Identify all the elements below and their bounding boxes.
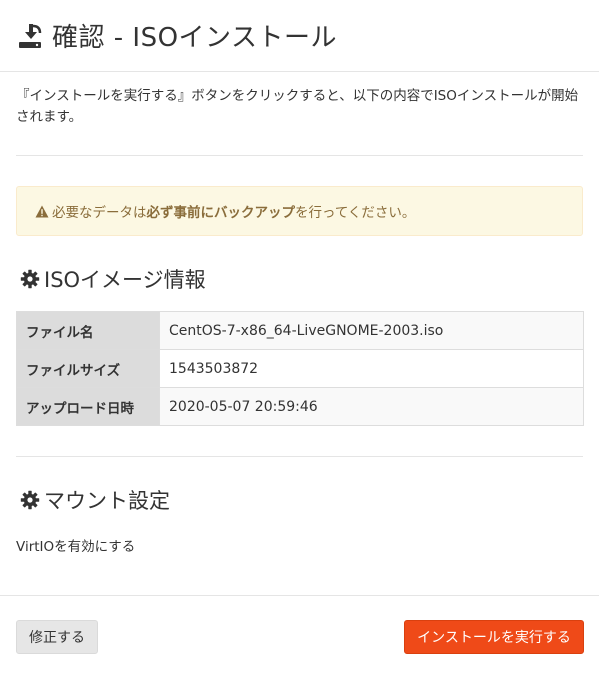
- gear-icon: [20, 490, 40, 510]
- table-row: アップロード日時 2020-05-07 20:59:46: [16, 387, 584, 426]
- dialog-body: 『インストールを実行する』ボタンをクリックすると、以下の内容でISOインストール…: [0, 86, 599, 555]
- table-cell: 1543503872: [159, 349, 584, 388]
- iso-info-heading: ISOイメージ情報: [16, 264, 583, 294]
- edit-button[interactable]: 修正する: [16, 620, 98, 654]
- mount-settings-title: マウント設定: [44, 489, 170, 513]
- dialog-header: 確認 - ISOインストール: [0, 0, 599, 72]
- divider: [16, 456, 583, 457]
- table-row: ファイル名 CentOS-7-x86_64-LiveGNOME-2003.iso: [16, 311, 584, 350]
- intro-text: 『インストールを実行する』ボタンをクリックすると、以下の内容でISOインストール…: [16, 88, 579, 125]
- download-icon: [16, 21, 46, 51]
- dialog-footer: 修正する インストールを実行する: [0, 595, 599, 677]
- table-header-cell: アップロード日時: [16, 387, 160, 426]
- alert-suffix: を行ってください。: [295, 205, 416, 221]
- mount-settings-heading: マウント設定: [16, 485, 583, 515]
- dialog-title: 確認 - ISOインストール: [52, 23, 338, 53]
- alert-emphasis: 必ず事前にバックアップ: [146, 205, 296, 221]
- virtio-setting-text: VirtIOを有効にする: [16, 539, 136, 555]
- table-row: ファイルサイズ 1543503872: [16, 349, 584, 388]
- backup-warning-alert: 必要なデータは必ず事前にバックアップを行ってください。: [16, 186, 583, 236]
- gear-icon: [20, 269, 40, 289]
- divider: [16, 155, 583, 156]
- table-header-cell: ファイルサイズ: [16, 349, 160, 388]
- table-cell: 2020-05-07 20:59:46: [159, 387, 584, 426]
- alert-text: 必要なデータは必ず事前にバックアップを行ってください。: [52, 201, 415, 221]
- iso-info-table: ファイル名 CentOS-7-x86_64-LiveGNOME-2003.iso…: [16, 311, 584, 426]
- table-header-cell: ファイル名: [16, 311, 160, 350]
- run-install-button[interactable]: インストールを実行する: [404, 620, 584, 654]
- table-cell: CentOS-7-x86_64-LiveGNOME-2003.iso: [159, 311, 584, 350]
- confirm-dialog: 確認 - ISOインストール 『インストールを実行する』ボタンをクリックすると、…: [0, 0, 599, 677]
- alert-prefix: 必要なデータは: [52, 205, 147, 221]
- warning-icon: [35, 205, 49, 218]
- iso-info-title: ISOイメージ情報: [44, 268, 206, 292]
